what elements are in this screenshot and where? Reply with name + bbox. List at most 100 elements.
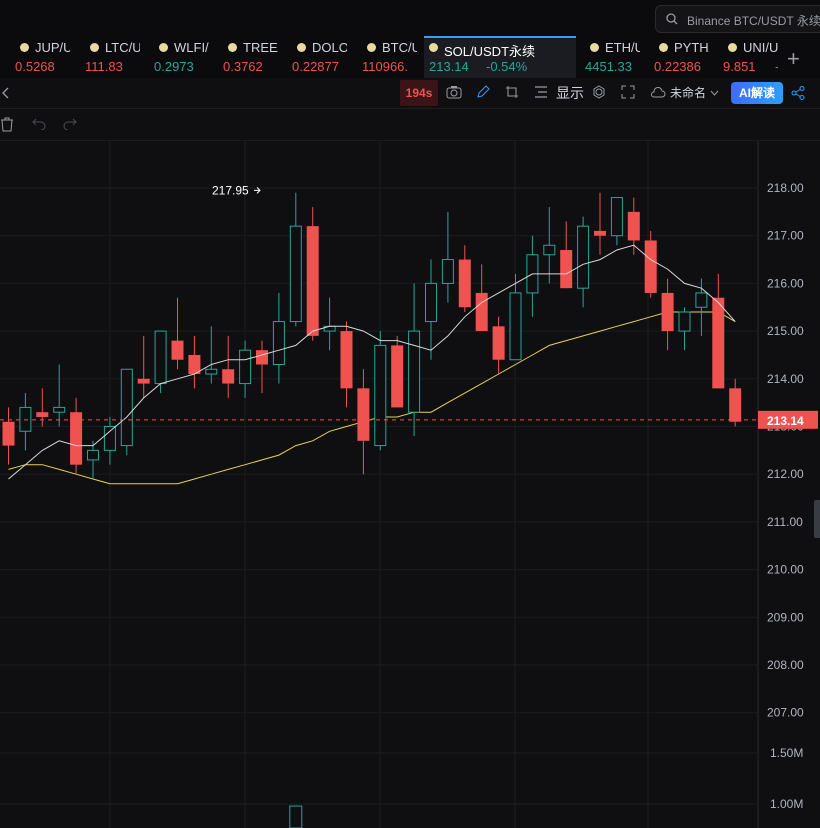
candle-body (695, 292, 708, 308)
chevron-left-icon[interactable] (2, 87, 10, 99)
search-input[interactable]: Binance BTC/USDT 永续 (687, 12, 820, 29)
add-tab-button[interactable]: + (787, 46, 800, 72)
current-price-label: 213.14 (767, 414, 804, 428)
tab-btc[interactable]: BTC/USDT 110966. (362, 36, 417, 78)
drawing-toolbar (0, 108, 820, 141)
price-axis-label: 207.00 (767, 706, 804, 720)
candle-body (560, 250, 573, 289)
tab-wlfi[interactable]: WLFI/USDT 0.2973 (154, 36, 209, 78)
volume-axis-label: 1.00M (770, 797, 803, 811)
candle-body (289, 225, 302, 323)
coin-icon (228, 43, 237, 52)
price-chart[interactable]: 218.00217.00216.00215.00214.00213.00212.… (0, 141, 820, 828)
tab-sol[interactable]: SOL/USDT永续 213.14 -0.54% (424, 36, 576, 78)
price-axis-label: 210.00 (767, 563, 804, 577)
candle-body (272, 321, 285, 365)
price-axis-label: 211.00 (767, 515, 803, 529)
tab-dolo[interactable]: DOLO/USDT 0.22877 (292, 36, 347, 78)
tab-price: 0.5268 (15, 59, 55, 74)
coin-icon (159, 43, 168, 52)
candle-body (543, 244, 556, 256)
candle-body (712, 297, 725, 389)
price-axis-label: 218.00 (767, 181, 804, 195)
tab-change: -0.54% (486, 59, 528, 74)
trash-icon[interactable] (0, 117, 14, 132)
candle-body (425, 282, 437, 323)
tab-price: 0.2973 (154, 59, 194, 74)
tab-uni[interactable]: UNI/USDT 9.851 - (723, 36, 778, 78)
candle-body (256, 350, 268, 365)
price-axis-label: 208.00 (767, 658, 804, 672)
crop-icon[interactable] (505, 85, 519, 99)
candle-body (340, 331, 353, 389)
symbol-tabs: JUP/USDT 0.5268 LTC/USDT 111.83 WLFI/USDT 0.2… (0, 36, 820, 79)
menu-icon[interactable] (534, 86, 548, 98)
candle-body (374, 344, 387, 447)
candle-body (120, 368, 133, 447)
coin-icon (590, 43, 599, 52)
coin-icon (297, 43, 306, 52)
layout-name[interactable]: 未命名 (670, 78, 706, 108)
coin-icon (20, 43, 29, 52)
price-axis-label: 212.00 (767, 467, 804, 481)
candle-body (205, 368, 218, 375)
tab-price: 110966. (362, 59, 409, 74)
candle-body (729, 388, 742, 422)
candle-body (509, 292, 522, 361)
candle-body (441, 259, 454, 284)
price-axis-label: 217.00 (767, 229, 804, 243)
tab-price: 213.14 (429, 59, 469, 74)
display-menu[interactable]: 显示 (556, 78, 584, 108)
candle-body (458, 259, 471, 308)
candle-body (171, 340, 184, 360)
candle-body (475, 292, 488, 332)
candle-body (53, 406, 66, 413)
tab-ltc[interactable]: LTC/USDT 111.83 (85, 36, 140, 78)
tab-price: 0.22877 (292, 59, 339, 74)
candle-body (137, 378, 150, 384)
candle-body (644, 240, 657, 293)
tab-price: 4451.33 (585, 59, 632, 74)
tab-price: 9.851 (723, 59, 756, 74)
tab-price: 111.83 (85, 59, 123, 74)
panel-resize-handle[interactable] (814, 500, 820, 538)
candle-body (87, 449, 99, 461)
candle-body (627, 211, 640, 241)
tab-symbol: ETH/USDT (605, 40, 640, 55)
pencil-icon[interactable] (476, 85, 490, 99)
candle-body (391, 345, 404, 408)
tab-tree[interactable]: TREE/USDT 0.3762 (223, 36, 278, 78)
cloud-icon (651, 87, 666, 98)
gear-icon[interactable] (592, 85, 606, 99)
tab-pyth[interactable]: PYTH/USDT 0.22386 (654, 36, 709, 78)
candle-body (492, 326, 505, 360)
redo-icon[interactable] (63, 118, 77, 130)
candle-body (357, 388, 370, 441)
candle-body (577, 225, 590, 289)
coin-icon (90, 43, 99, 52)
tab-jup[interactable]: JUP/USDT 0.5268 (15, 36, 70, 78)
share-icon[interactable] (791, 86, 805, 100)
ai-interpret-button[interactable]: AI解读 (731, 82, 783, 104)
candle-body (2, 421, 15, 446)
tab-eth[interactable]: ETH/USDT 4451.33 (585, 36, 640, 78)
candle-body (306, 226, 319, 336)
coin-icon (728, 43, 737, 52)
candle-body (661, 292, 674, 332)
price-axis-label: 214.00 (767, 372, 804, 386)
camera-icon[interactable] (446, 85, 462, 99)
candle-body (408, 330, 421, 413)
candle-body (678, 311, 691, 332)
tab-symbol: UNI/USDT (743, 40, 778, 55)
undo-icon[interactable] (32, 118, 46, 130)
tab-symbol: TREE/USDT (243, 40, 278, 55)
fullscreen-icon[interactable] (621, 85, 635, 99)
candle-body (594, 230, 606, 236)
chevron-down-icon[interactable] (710, 90, 719, 96)
price-axis-label: 215.00 (767, 324, 804, 338)
search-icon (666, 13, 678, 25)
tab-symbol: LTC/USDT (105, 40, 140, 55)
symbol-search-box[interactable]: Binance BTC/USDT 永续 (655, 5, 820, 33)
candle-body (36, 412, 49, 417)
tab-price: 0.22386 (654, 59, 701, 74)
